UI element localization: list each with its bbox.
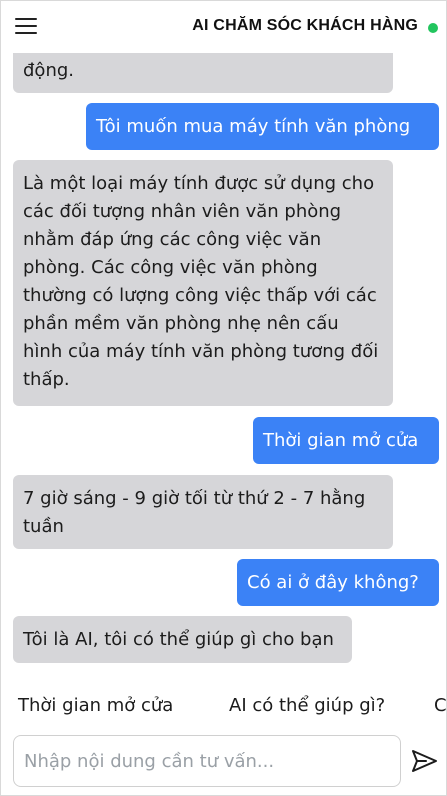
quick-reply-ai-help[interactable]: AI có thể giúp gì? bbox=[229, 695, 385, 716]
message-input[interactable] bbox=[13, 735, 401, 787]
header-title: AI CHĂM SÓC KHÁCH HÀNG bbox=[192, 17, 418, 34]
bot-message: Tôi là AI, tôi có thể giúp gì cho bạn bbox=[13, 616, 352, 663]
bot-message: 7 giờ sáng - 9 giờ tối từ thứ 2 - 7 hằng… bbox=[13, 475, 393, 549]
bot-message: Là một loại máy tính được sử dụng cho cá… bbox=[13, 160, 393, 406]
online-status-dot bbox=[428, 23, 438, 33]
send-icon[interactable] bbox=[409, 746, 439, 776]
quick-replies: Thời gian mở cửa AI có thể giúp gì? Có a… bbox=[1, 689, 446, 725]
user-message: Có ai ở đây không? bbox=[237, 559, 439, 606]
quick-reply-opening-hours[interactable]: Thời gian mở cửa bbox=[18, 695, 173, 716]
app-header: AI CHĂM SÓC KHÁCH HÀNG bbox=[1, 1, 446, 53]
user-message: Thời gian mở cửa bbox=[253, 417, 439, 464]
hamburger-menu-icon[interactable] bbox=[15, 18, 37, 36]
chat-window: động. Tôi muốn mua máy tính văn phòng Là… bbox=[0, 0, 447, 796]
user-message: Tôi muốn mua máy tính văn phòng bbox=[86, 103, 439, 150]
quick-reply-anyone-here[interactable]: Có ai ở đây không? bbox=[434, 695, 446, 716]
message-list: động. Tôi muốn mua máy tính văn phòng Là… bbox=[1, 1, 446, 681]
